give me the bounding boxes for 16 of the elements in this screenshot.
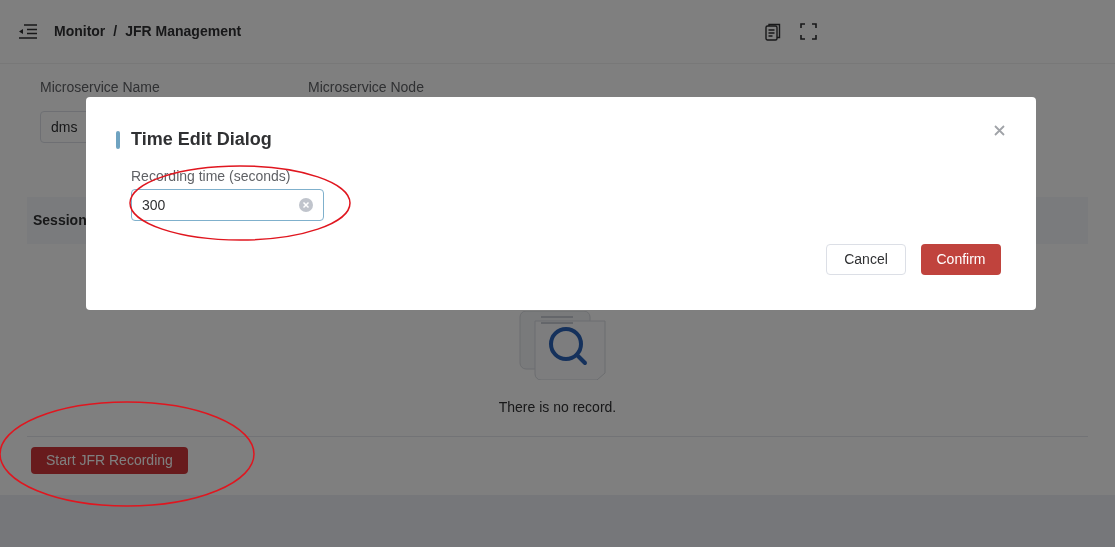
menu-collapse-icon[interactable] [18, 24, 37, 39]
field-label: Microservice Name [40, 79, 161, 95]
fullscreen-icon[interactable] [800, 23, 817, 40]
column-header: Session [33, 211, 87, 230]
recording-time-input[interactable]: 300 [131, 189, 324, 221]
document-icon[interactable] [765, 22, 781, 41]
breadcrumb-item: JFR Management [125, 22, 242, 41]
confirm-button[interactable]: Confirm [921, 244, 1001, 275]
cancel-button[interactable]: Cancel [826, 244, 906, 275]
breadcrumb-separator: / [113, 22, 118, 41]
close-icon[interactable] [994, 124, 1005, 136]
dialog-title: Time Edit Dialog [131, 128, 272, 151]
empty-message: There is no record. [498, 398, 617, 417]
start-recording-button[interactable]: Start JFR Recording [31, 447, 188, 474]
field-label: Microservice Node [308, 79, 425, 95]
breadcrumb-item[interactable]: Monitor [54, 21, 106, 42]
